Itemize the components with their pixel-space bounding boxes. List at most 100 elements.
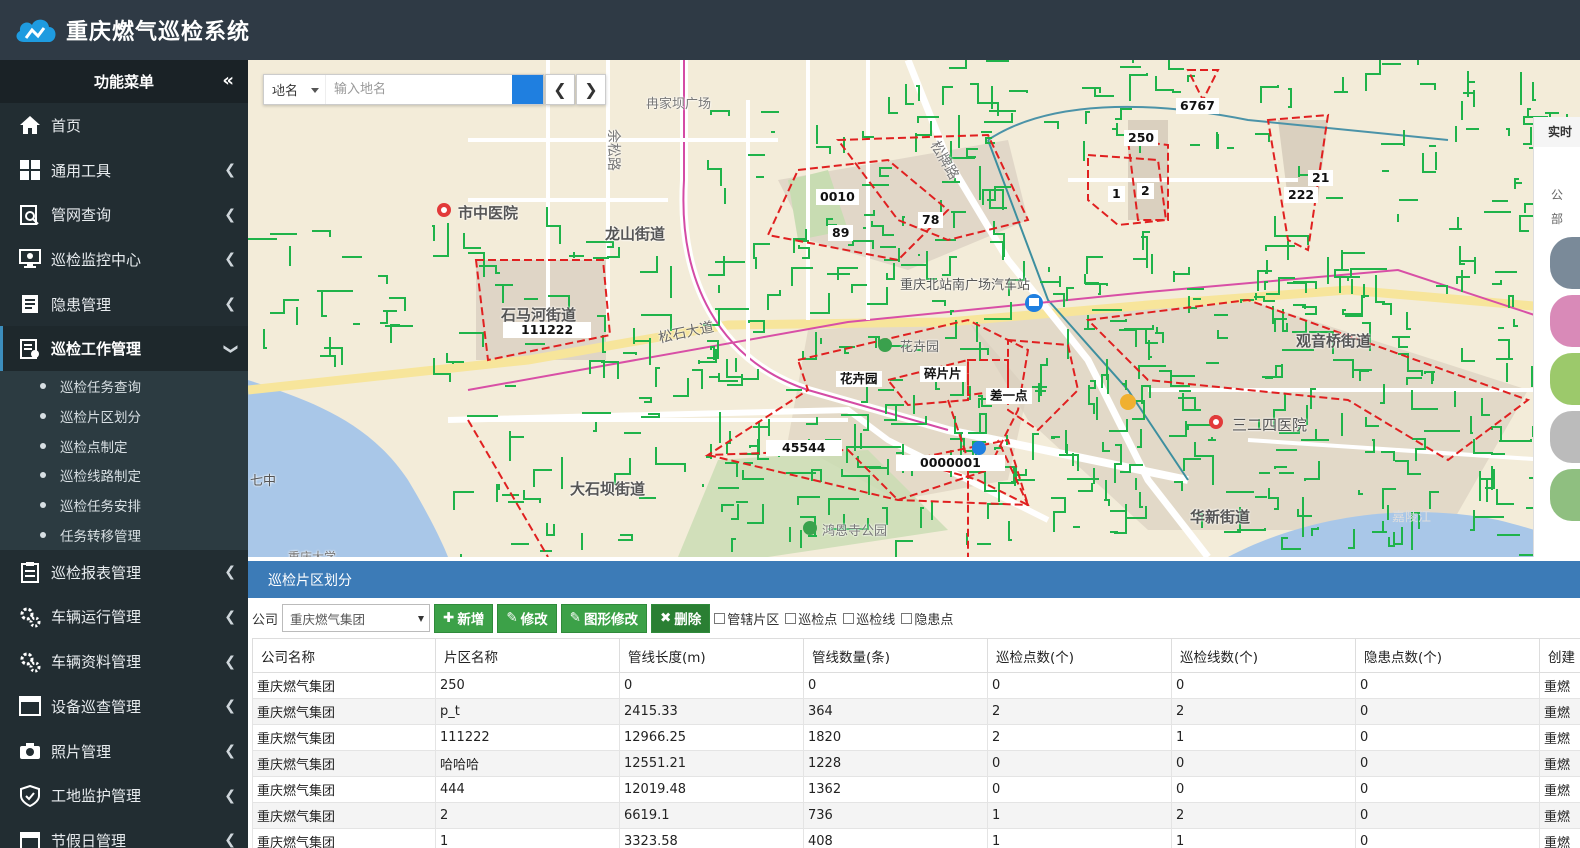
sidebar-item-reports[interactable]: 巡检报表管理 ❮	[0, 550, 248, 595]
table-row[interactable]: 重庆燃气集团 111222 12966.25 1820 2 1 0 重燃	[252, 724, 1580, 751]
gas-pipeline	[1264, 281, 1268, 290]
table-cell: 重庆燃气集团	[252, 750, 436, 777]
zone-label[interactable]: 0000001	[896, 455, 1005, 471]
submenu-item-route-setup[interactable]: 巡检线路制定	[0, 461, 248, 491]
search-doc-icon	[18, 203, 42, 227]
edit-zone-button[interactable]: ✎ 修改	[497, 603, 557, 633]
vehicle-thumbnail[interactable]	[1550, 469, 1580, 521]
column-header[interactable]: 巡检线数(个)	[1171, 638, 1356, 673]
column-header[interactable]: 巡检点数(个)	[987, 638, 1172, 673]
sidebar-item-monitor[interactable]: 巡检监控中心 ❮	[0, 237, 248, 282]
table-cell: 重燃	[1539, 828, 1580, 848]
sidebar-item-network-query[interactable]: 管网查询 ❮	[0, 192, 248, 237]
table-cell: 重庆燃气集团	[252, 672, 436, 699]
zone-label[interactable]: 111222	[503, 322, 592, 338]
column-header[interactable]: 创建	[1539, 638, 1580, 673]
map-view[interactable]: 地名 ❮ ❯ 市中医院 龙山街道 石马河街道 冉家坝广场 大石坝街道 花卉园 观…	[248, 60, 1580, 557]
column-header[interactable]: 片区名称	[435, 638, 620, 673]
table-row[interactable]: 重庆燃气集团 444 12019.48 1362 0 0 0 重燃	[252, 776, 1580, 803]
map-forward-button[interactable]: ❯	[576, 74, 606, 105]
delete-zone-button[interactable]: ✖ 删除	[650, 603, 711, 633]
submenu-item-task-query[interactable]: 巡检任务查询	[0, 371, 248, 401]
checkbox-box[interactable]	[714, 612, 726, 624]
column-header[interactable]: 管线数量(条)	[803, 638, 988, 673]
zone-label[interactable]: 6767	[1176, 98, 1219, 114]
add-zone-button[interactable]: ✚ 新增	[434, 603, 494, 633]
shape-edit-button[interactable]: ✎ 图形修改	[560, 603, 647, 633]
gas-pipeline	[1082, 87, 1101, 93]
panel-input-stub[interactable]	[1534, 147, 1580, 183]
zone-label[interactable]: 250	[1124, 130, 1159, 146]
gas-pipeline	[263, 329, 267, 349]
sidebar-item-vehicle-operation[interactable]: 车辆运行管理 ❮	[0, 595, 248, 640]
vehicle-thumbnail[interactable]	[1550, 237, 1580, 289]
sidebar-item-tools[interactable]: 通用工具 ❮	[0, 148, 248, 193]
zone-label[interactable]: 1	[1108, 186, 1125, 202]
column-header[interactable]: 公司名称	[252, 638, 436, 673]
zone-label[interactable]: 45544	[766, 440, 842, 456]
sidebar-item-inspection-work[interactable]: 巡检工作管理 ❮	[0, 326, 248, 372]
zone-label[interactable]: 花卉园	[836, 371, 882, 387]
gas-pipeline	[378, 275, 388, 284]
table-row[interactable]: 重庆燃气集团 2 6619.1 736 1 2 0 重燃	[252, 802, 1580, 829]
zone-label[interactable]: 222	[1284, 187, 1319, 203]
zone-label[interactable]: 2	[1137, 183, 1154, 199]
submenu-label: 巡检线路制定	[60, 469, 141, 486]
gas-pipeline	[1496, 341, 1513, 360]
checkbox-box[interactable]	[785, 612, 797, 624]
checkbox-box[interactable]	[901, 612, 913, 624]
sidebar-item-vehicle-data[interactable]: 车辆资料管理 ❮	[0, 639, 248, 684]
collapse-sidebar-button[interactable]: «	[222, 70, 234, 91]
sidebar-item-photos[interactable]: 照片管理 ❮	[0, 729, 248, 774]
submenu-item-task-schedule[interactable]: 巡检任务安排	[0, 490, 248, 520]
table-row[interactable]: 重庆燃气集团 哈哈哈 12551.21 1228 0 0 0 重燃	[252, 750, 1580, 777]
gas-pipeline	[1132, 60, 1134, 63]
checkbox-label: 隐患点	[914, 612, 954, 628]
map-canvas[interactable]	[248, 60, 1580, 557]
table-cell: 重庆燃气集团	[252, 776, 436, 803]
table-row[interactable]: 重庆燃气集团 p_t 2415.33 364 2 2 0 重燃	[252, 698, 1580, 725]
checkbox-managed-zone[interactable]: 管辖片区	[714, 609, 779, 628]
company-select[interactable]: 重庆燃气集团	[282, 604, 431, 632]
checkbox-hazard-point[interactable]: 隐患点	[901, 609, 953, 628]
sidebar-item-home[interactable]: 首页	[0, 103, 248, 148]
search-button[interactable]	[265, 75, 543, 104]
gas-pipeline	[1513, 319, 1518, 327]
zone-label[interactable]: 0010	[816, 189, 859, 205]
submenu-item-point-setup[interactable]: 巡检点制定	[0, 431, 248, 461]
app-title: 重庆燃气巡检系统	[66, 20, 251, 45]
checkbox-inspection-line[interactable]: 巡检线	[843, 609, 895, 628]
zone-label[interactable]: 碎片片	[920, 366, 966, 382]
zone-label[interactable]: 78	[918, 212, 944, 228]
vehicle-thumbnail[interactable]	[1550, 295, 1580, 347]
table-row[interactable]: 重庆燃气集团 250 0 0 0 0 0 重燃	[252, 672, 1580, 699]
sidebar-item-equipment[interactable]: 设备巡查管理 ❮	[0, 684, 248, 729]
place-search-input[interactable]	[326, 75, 512, 104]
vehicle-thumbnail[interactable]	[1550, 353, 1580, 405]
zone-label[interactable]: 21	[1308, 170, 1334, 186]
checkbox-box[interactable]	[843, 612, 855, 624]
gas-pipeline	[707, 160, 722, 186]
map-back-button[interactable]: ❮	[545, 74, 575, 105]
sidebar-item-holiday[interactable]: 节假日管理 ❮	[0, 818, 248, 848]
gas-pipeline	[496, 484, 500, 502]
home-icon	[18, 113, 42, 137]
vehicle-thumbnail[interactable]	[1550, 411, 1580, 463]
zone-label[interactable]: 89	[828, 225, 854, 241]
chevron-left-icon: ❮	[224, 162, 236, 179]
gas-pipeline	[673, 378, 689, 397]
gas-pipeline	[1365, 60, 1381, 91]
table-cell: 重燃	[1539, 698, 1580, 725]
column-header[interactable]: 隐患点数(个)	[1355, 638, 1540, 673]
checkbox-inspection-point[interactable]: 巡检点	[785, 609, 837, 628]
chevron-left-icon: ❮	[224, 653, 236, 670]
submenu-item-zone-division[interactable]: 巡检片区划分	[0, 401, 248, 431]
table-row[interactable]: 重庆燃气集团 1 3323.58 408 1 1 0 重燃	[252, 828, 1580, 848]
sidebar-item-site-monitoring[interactable]: 工地监护管理 ❮	[0, 773, 248, 818]
submenu-label: 巡检任务查询	[60, 380, 141, 397]
gas-pipeline	[1456, 276, 1470, 284]
submenu-item-task-transfer[interactable]: 任务转移管理	[0, 520, 248, 550]
column-header[interactable]: 管线长度(m)	[619, 638, 804, 673]
zone-label[interactable]: 差一点	[986, 388, 1032, 404]
sidebar-item-hazard[interactable]: 隐患管理 ❮	[0, 282, 248, 327]
